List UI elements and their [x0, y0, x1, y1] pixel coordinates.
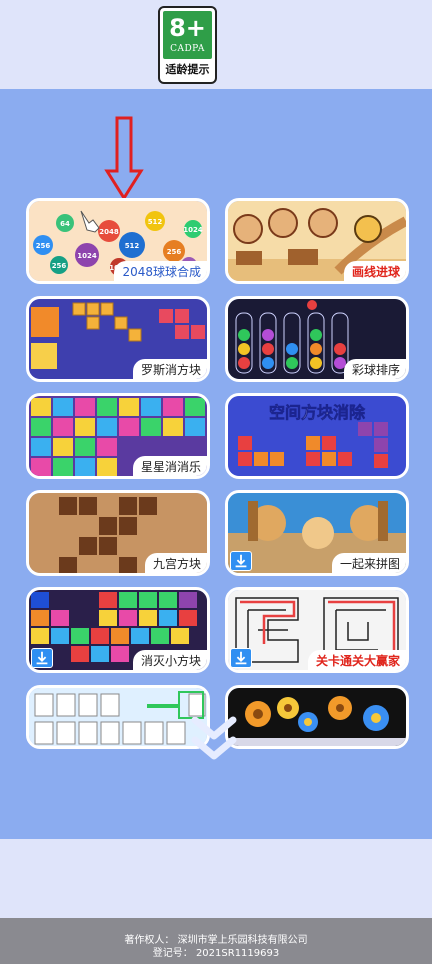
- game-label: 一起来拼图: [331, 553, 406, 573]
- game-card-flowers[interactable]: [225, 685, 409, 749]
- bottom-area: [0, 839, 432, 918]
- game-card-mahjong[interactable]: [26, 685, 210, 749]
- footer: 著作权人： 深圳市掌上乐园科技有限公司 登记号： 2021SR1119693: [0, 918, 432, 964]
- game-card-2048-balls[interactable]: 512 256 64 256 512 1024 2048 1024 256 10…: [26, 198, 210, 284]
- download-icon: [230, 551, 252, 571]
- game-art-space-block: 空间方块消除: [228, 396, 406, 476]
- game-card-nine-grid[interactable]: 九宫方块: [26, 490, 210, 576]
- game-label: 关卡通关大赢家: [307, 650, 406, 670]
- game-art-flowers: [228, 688, 406, 746]
- rating-org: CADPA: [170, 44, 205, 54]
- age-tip-label: 适龄提示: [165, 63, 210, 76]
- game-card-block-puzzle[interactable]: 罗斯消方块: [26, 296, 210, 382]
- ball-number: 256: [167, 248, 182, 256]
- ball-number: 512: [125, 242, 140, 250]
- game-card-maze[interactable]: 关卡通关大赢家: [225, 587, 409, 673]
- ball-number: 2048: [99, 228, 119, 236]
- game-card-ball-sort[interactable]: 彩球排序: [225, 296, 409, 382]
- game-card-space-block[interactable]: 空间方块消除: [225, 393, 409, 479]
- ball-number: 64: [60, 220, 70, 228]
- game-label: 罗斯消方块: [132, 359, 207, 379]
- game-label: 星星消消乐: [132, 456, 207, 476]
- game-label: 彩球排序: [343, 359, 406, 379]
- ball-number: 1024: [77, 252, 97, 260]
- download-icon: [31, 648, 53, 668]
- game-label: 画线进球: [343, 261, 406, 281]
- ball-number: 256: [52, 262, 67, 270]
- double-chevron-down-icon[interactable]: [189, 712, 239, 764]
- game-label: 消灭小方块: [132, 650, 207, 670]
- ball-number: 256: [36, 242, 51, 250]
- game-label: 九宫方块: [144, 553, 207, 573]
- game-label: 2048球球合成: [114, 261, 207, 281]
- ball-number: 512: [148, 218, 163, 226]
- game-card-star-pop[interactable]: 星星消消乐: [26, 393, 210, 479]
- age-rating-badge: 8+ CADPA 适龄提示: [158, 6, 217, 84]
- game-art-mahjong: [29, 688, 207, 746]
- ball-number: 1024: [183, 226, 203, 234]
- down-arrow-indicator: [104, 116, 144, 201]
- game-card-eliminate-blocks[interactable]: 消灭小方块: [26, 587, 210, 673]
- game-card-puzzle[interactable]: 一起来拼图: [225, 490, 409, 576]
- registration-text: 登记号： 2021SR1119693: [152, 948, 280, 959]
- download-icon: [230, 648, 252, 668]
- copyright-text: 著作权人： 深圳市掌上乐园科技有限公司: [124, 935, 308, 946]
- age-rating-box: 8+ CADPA: [163, 11, 212, 59]
- game-card-draw-line-ball[interactable]: 画线进球: [225, 198, 409, 284]
- age-rating: 8+: [169, 14, 206, 42]
- space-block-title: 空间方块消除: [269, 403, 366, 422]
